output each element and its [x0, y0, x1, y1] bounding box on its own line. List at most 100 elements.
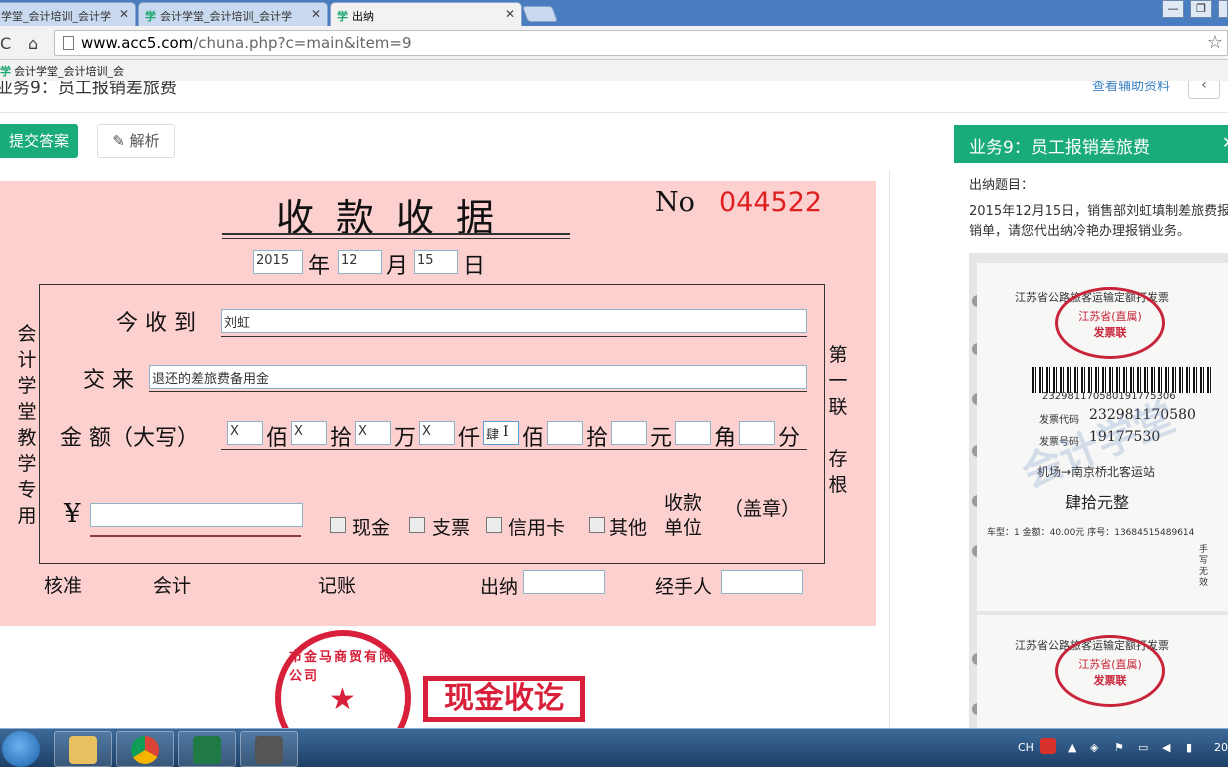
- underline: [221, 336, 807, 337]
- month-label: 月: [386, 254, 409, 279]
- seal-label: （盖章）: [724, 498, 801, 520]
- amount-unit: 佰: [522, 426, 545, 451]
- approve-label: 核准: [44, 575, 83, 597]
- amount-digit-input[interactable]: X: [291, 421, 327, 445]
- close-icon[interactable]: ✕: [311, 7, 321, 21]
- amount-digit-input[interactable]: [675, 421, 711, 445]
- ticket-side-note: 手写无效: [1199, 545, 1209, 588]
- amount-digit-input[interactable]: X: [227, 421, 263, 445]
- task-panel-title: 业务9：员工报销差旅费: [969, 138, 1150, 158]
- bookkeeper-label: 记账: [318, 575, 357, 597]
- chevron-left-icon[interactable]: ‹: [1188, 81, 1220, 99]
- bus-ticket: 江苏省公路旅客运输定额打发票 江苏省(直属) 发票联 2329811705801…: [977, 263, 1228, 611]
- ticket-seal: 江苏省(直属) 发票联: [1055, 635, 1165, 707]
- minimize-icon[interactable]: —: [1162, 0, 1184, 18]
- folder-icon: [69, 736, 97, 764]
- amount-digit-input[interactable]: X: [419, 421, 455, 445]
- cash-received-stamp[interactable]: 现金收讫: [423, 676, 585, 722]
- amount-digit-input[interactable]: [739, 421, 775, 445]
- ime-icon[interactable]: [1040, 738, 1056, 754]
- reason-label: 交 来: [83, 368, 134, 393]
- flag-icon[interactable]: ⚑: [1114, 741, 1124, 754]
- reload-icon[interactable]: C: [0, 34, 11, 53]
- other-checkbox[interactable]: [589, 517, 605, 533]
- clock[interactable]: 20: [1214, 741, 1228, 754]
- browser-tab-3[interactable]: 学出纳 ✕: [330, 2, 522, 26]
- receipt-no-label: No: [655, 187, 695, 218]
- excel-icon: [193, 736, 221, 764]
- recorder-taskbar-button[interactable]: [240, 731, 298, 767]
- handler-input[interactable]: [721, 570, 803, 594]
- amount-unit: 拾: [330, 426, 353, 451]
- day-label: 日: [463, 254, 486, 279]
- side-text-right: 第一联存根: [828, 344, 848, 496]
- window-close-icon[interactable]: [1218, 0, 1228, 18]
- browser-tab-strip: 学堂_会计培训_会计学 ✕ 学会计学堂_会计培训_会计学 ✕ 学出纳 ✕ — ❐: [0, 0, 1228, 26]
- page-icon: [63, 36, 74, 50]
- reason-input[interactable]: 退还的差旅费备用金: [149, 365, 807, 389]
- signal-icon[interactable]: ▮: [1186, 741, 1192, 754]
- shield-icon[interactable]: ◈: [1090, 741, 1098, 754]
- browser-tab-1[interactable]: 学堂_会计培训_会计学 ✕: [0, 2, 136, 26]
- question-label: 出纳题目：: [969, 178, 1035, 193]
- close-icon[interactable]: ✕: [505, 7, 515, 21]
- close-icon[interactable]: ✕: [119, 7, 129, 21]
- language-indicator[interactable]: CH: [1018, 741, 1034, 754]
- tab-label: 出纳: [352, 10, 374, 23]
- bookmarks-bar: 学会计学堂_会计培训_会: [0, 60, 1228, 81]
- close-icon[interactable]: ✕: [1222, 133, 1228, 152]
- windows-start-icon[interactable]: [2, 731, 40, 767]
- amount-digit-input[interactable]: [547, 421, 583, 445]
- site-logo-icon: 学: [337, 10, 348, 23]
- amount-unit: 佰: [266, 426, 289, 451]
- home-icon[interactable]: ⌂: [28, 34, 38, 53]
- cashier-label: 出纳: [480, 576, 519, 598]
- camera-icon: [255, 736, 283, 764]
- bookmark-star-icon[interactable]: ☆: [1207, 32, 1223, 53]
- credit-card-checkbox[interactable]: [486, 517, 502, 533]
- amount-digit-input[interactable]: 肆: [483, 421, 519, 445]
- excel-taskbar-button[interactable]: [178, 731, 236, 767]
- taskbar: CH ▲ ◈ ⚑ ▭ ◀ ▮ 20: [0, 728, 1228, 767]
- chrome-icon: [131, 736, 159, 764]
- submit-answer-button[interactable]: 提交答案: [0, 124, 78, 158]
- credit-card-label: 信用卡: [508, 517, 566, 539]
- amount-unit: 元: [650, 426, 673, 451]
- question-description: 2015年12月15日，销售部刘虹填制差旅费报销单，请您代出纳冷艳办理报销业务。: [969, 204, 1228, 239]
- tab-label: 学堂_会计培训_会计学: [1, 10, 111, 23]
- received-from-label: 今 收 到: [116, 311, 196, 336]
- help-link[interactable]: 查看辅助资料: [1092, 81, 1170, 94]
- check-checkbox[interactable]: [409, 517, 425, 533]
- explorer-taskbar-button[interactable]: [54, 731, 112, 767]
- barcode: [1032, 367, 1212, 393]
- amount-label: 金 额（大写）: [60, 426, 199, 451]
- browser-tab-2[interactable]: 学会计学堂_会计培训_会计学 ✕: [138, 2, 328, 26]
- network-icon[interactable]: ▭: [1138, 741, 1148, 754]
- address-bar[interactable]: www.acc5.com/chuna.php?c=main&item=9 ☆: [54, 30, 1228, 56]
- other-label: 其他: [609, 517, 648, 539]
- cashier-input[interactable]: [523, 570, 605, 594]
- month-input[interactable]: 12: [338, 250, 382, 274]
- new-tab-button[interactable]: [522, 6, 558, 22]
- seal-text: 市金马商贸有限公司: [289, 650, 395, 684]
- yen-amount-input[interactable]: [90, 503, 303, 527]
- analysis-button[interactable]: ✎ 解析: [97, 124, 175, 158]
- text-cursor-icon: I: [503, 424, 509, 440]
- volume-icon[interactable]: ◀: [1162, 741, 1170, 754]
- show-hidden-icon[interactable]: ▲: [1068, 741, 1076, 754]
- day-input[interactable]: 15: [414, 250, 458, 274]
- received-from-input[interactable]: 刘虹: [221, 309, 807, 333]
- cash-checkbox[interactable]: [330, 517, 346, 533]
- maximize-icon[interactable]: ❐: [1190, 0, 1212, 18]
- cash-label: 现金: [352, 517, 391, 539]
- underline: [149, 391, 807, 392]
- amount-digit-input[interactable]: [611, 421, 647, 445]
- year-input[interactable]: 2015: [253, 250, 303, 274]
- amount-digit-input[interactable]: X: [355, 421, 391, 445]
- bookmark-item[interactable]: 会计学堂_会计培训_会: [14, 65, 124, 78]
- amount-unit: 分: [778, 426, 801, 451]
- accountant-label: 会计: [153, 575, 192, 597]
- bus-ticket: 江苏省公路旅客运输定额打发票 江苏省(直属) 发票联: [977, 615, 1228, 728]
- page-title: 业务9：员工报销差旅费: [0, 81, 177, 98]
- chrome-taskbar-button[interactable]: [116, 731, 174, 767]
